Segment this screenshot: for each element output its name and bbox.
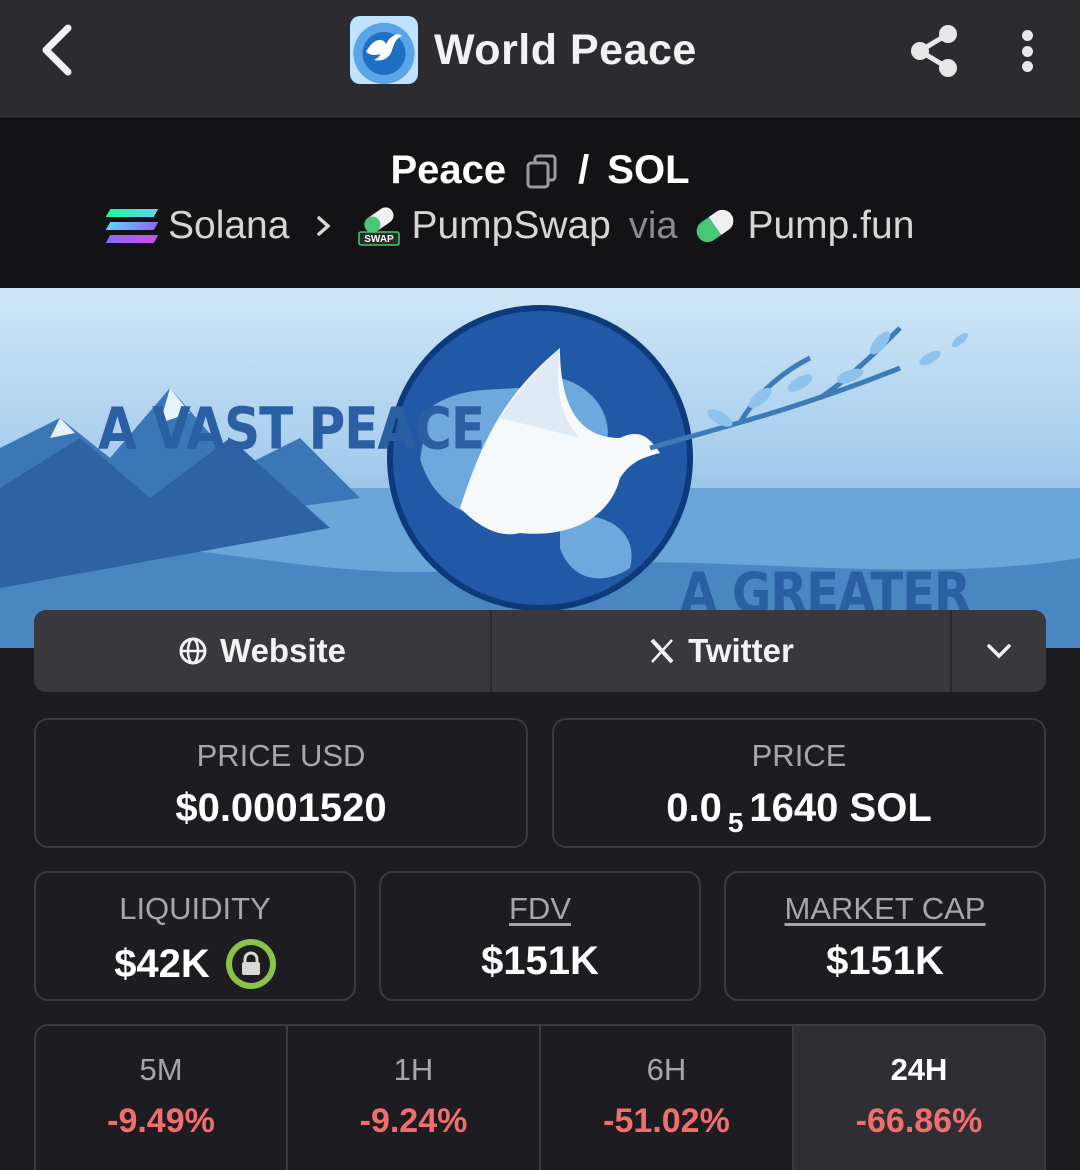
timeframe-label: 1H bbox=[393, 1052, 434, 1087]
base-token-symbol: Peace bbox=[390, 148, 507, 192]
market-cap-value: $151K bbox=[826, 939, 944, 983]
tab-5m[interactable]: 5M -9.49% bbox=[36, 1026, 288, 1170]
token-banner-image: A VAST PEACE A GREATER WORLD bbox=[0, 288, 1080, 648]
liquidity-card: LIQUIDITY $42K bbox=[34, 871, 356, 1001]
price-usd-label: PRICE USD bbox=[196, 738, 366, 773]
globe-icon bbox=[179, 637, 207, 665]
chain-breadcrumb: Solana SWAP PumpSwap via Pump.fun bbox=[105, 204, 914, 248]
more-options-button[interactable] bbox=[1010, 26, 1044, 76]
chevron-down-icon bbox=[987, 644, 1011, 659]
x-logo-icon bbox=[650, 638, 674, 664]
price-native-card: PRICE 0.0 5 1640 SOL bbox=[552, 718, 1046, 848]
page-title: World Peace bbox=[434, 25, 697, 74]
market-cap-label: MARKET CAP bbox=[784, 891, 986, 926]
top-app-bar: World Peace bbox=[0, 0, 1080, 117]
chevron-right-icon bbox=[317, 216, 332, 236]
pumpfun-icon bbox=[692, 205, 739, 247]
banner-slogan-top: A VAST PEACE bbox=[98, 395, 485, 463]
fdv-label: FDV bbox=[509, 891, 571, 926]
timeframe-label: 24H bbox=[890, 1052, 948, 1087]
market-cap-card[interactable]: MARKET CAP $151K bbox=[724, 871, 1046, 1001]
website-button[interactable]: Website bbox=[34, 610, 492, 692]
pair-header: Peace / SOL Solana SWAP PumpSwap via Pum… bbox=[0, 118, 1080, 288]
timeframe-tabs: 5M -9.49% 1H -9.24% 6H -51.02% 24H -66.8… bbox=[34, 1024, 1046, 1170]
via-label: via bbox=[628, 204, 678, 247]
quote-token-symbol: SOL bbox=[607, 148, 690, 192]
social-links-bar: Website Twitter bbox=[34, 610, 1046, 692]
price-change: -51.02% bbox=[603, 1102, 730, 1140]
lock-icon[interactable] bbox=[225, 939, 276, 989]
liquidity-value: $42K bbox=[114, 941, 210, 986]
pair-separator: / bbox=[578, 148, 590, 192]
liquidity-value-row: $42K bbox=[36, 939, 354, 989]
more-links-dropdown[interactable] bbox=[952, 610, 1046, 692]
tab-1h[interactable]: 1H -9.24% bbox=[288, 1026, 541, 1170]
price-usd-value: $0.0001520 bbox=[175, 786, 387, 830]
chevron-left-icon bbox=[42, 24, 72, 76]
chain-link[interactable]: Solana bbox=[168, 204, 289, 248]
pair-name: Peace / SOL bbox=[0, 148, 1080, 193]
more-vertical-icon bbox=[1021, 30, 1033, 41]
website-label: Website bbox=[220, 632, 346, 669]
swap-badge-text: SWAP bbox=[365, 234, 395, 245]
timeframe-label: 6H bbox=[646, 1052, 687, 1087]
copy-icon[interactable] bbox=[524, 153, 560, 189]
tab-6h[interactable]: 6H -51.02% bbox=[541, 1026, 794, 1170]
twitter-button[interactable]: Twitter bbox=[492, 610, 952, 692]
price-native-label: PRICE bbox=[751, 738, 847, 773]
fdv-value: $151K bbox=[481, 939, 599, 983]
twitter-label: Twitter bbox=[688, 632, 794, 669]
liquidity-label: LIQUIDITY bbox=[119, 891, 271, 926]
share-button[interactable] bbox=[906, 22, 962, 80]
back-button[interactable] bbox=[30, 22, 86, 78]
solana-icon bbox=[105, 209, 159, 243]
launchpad-link[interactable]: Pump.fun bbox=[747, 204, 914, 248]
token-logo bbox=[350, 16, 418, 84]
tab-24h[interactable]: 24H -66.86% bbox=[794, 1026, 1044, 1170]
share-icon bbox=[911, 25, 957, 77]
app-title-group: World Peace bbox=[350, 16, 697, 84]
fdv-card[interactable]: FDV $151K bbox=[379, 871, 701, 1001]
price-change: -9.24% bbox=[359, 1102, 468, 1140]
price-usd-card: PRICE USD $0.0001520 bbox=[34, 718, 528, 848]
price-change: -9.49% bbox=[107, 1102, 215, 1140]
dex-link[interactable]: PumpSwap bbox=[411, 204, 610, 248]
price-native-value: 0.0 5 1640 SOL bbox=[666, 786, 932, 838]
pumpswap-icon: SWAP bbox=[357, 206, 401, 246]
zero-count-subscript: 5 bbox=[727, 806, 744, 838]
timeframe-label: 5M bbox=[139, 1052, 183, 1087]
dove-icon bbox=[366, 34, 402, 61]
price-change: -66.86% bbox=[855, 1102, 983, 1140]
